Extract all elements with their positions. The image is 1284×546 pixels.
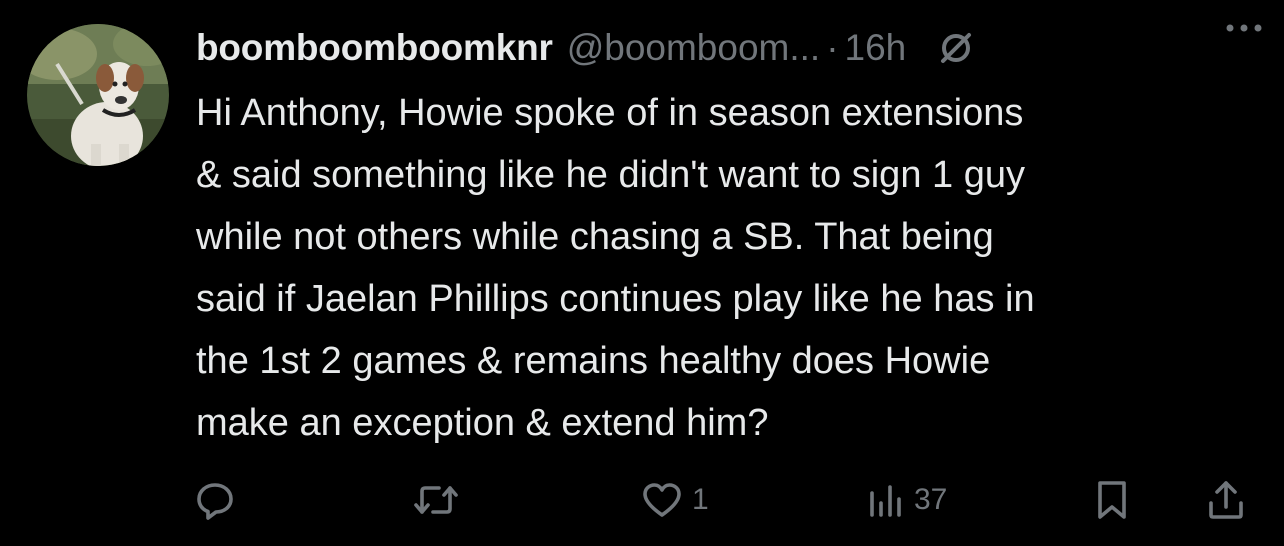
retweet-button[interactable]: [412, 470, 468, 530]
reply-bubble-icon: [194, 479, 236, 521]
like-button[interactable]: 1: [640, 470, 709, 530]
views-button[interactable]: 37: [866, 470, 947, 530]
retweet-icon: [412, 479, 460, 521]
more-horizontal-icon[interactable]: [1222, 8, 1266, 48]
tweet-header: boomboomboomknr @boomboom... · 16h: [196, 18, 1266, 78]
tweet-actions: 1 37: [0, 470, 1284, 530]
avatar-dog-photo: [27, 24, 169, 166]
user-handle[interactable]: @boomboom...: [567, 27, 821, 69]
heart-icon: [640, 479, 684, 521]
avatar[interactable]: [27, 24, 169, 166]
timestamp[interactable]: 16h: [845, 27, 907, 69]
display-name[interactable]: boomboomboomknr: [196, 27, 553, 69]
tweet-text: Hi Anthony, Howie spoke of in season ext…: [196, 92, 1035, 444]
analytics-bars-icon: [866, 479, 906, 521]
like-count: 1: [692, 483, 709, 516]
views-count: 37: [914, 483, 948, 516]
grok-slash-circle-icon[interactable]: [936, 28, 976, 68]
share-icon: [1204, 477, 1248, 523]
separator-dot: ·: [826, 27, 839, 68]
reply-button[interactable]: [194, 470, 244, 530]
bookmark-icon: [1092, 477, 1132, 523]
share-button[interactable]: [1204, 470, 1248, 530]
bookmark-button[interactable]: [1092, 470, 1132, 530]
